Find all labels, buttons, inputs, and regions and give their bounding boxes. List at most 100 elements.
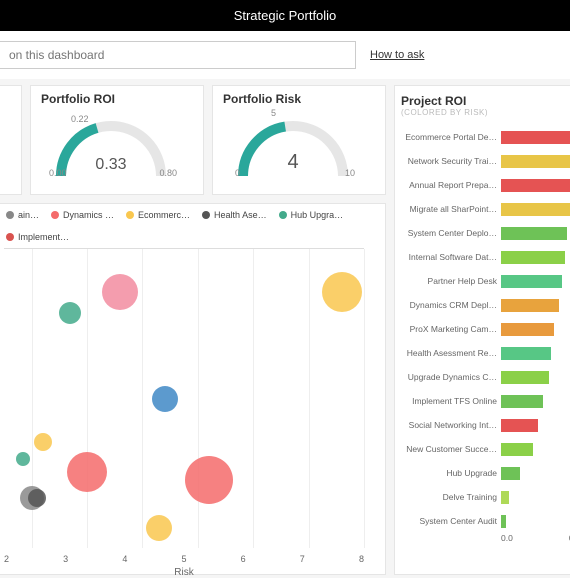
bar-track bbox=[501, 227, 570, 240]
how-to-ask-link[interactable]: How to ask bbox=[370, 49, 424, 61]
app-header: Strategic Portfolio bbox=[0, 0, 570, 31]
xtick: 6 bbox=[241, 554, 246, 564]
bar-track bbox=[501, 251, 570, 264]
xtick: 4 bbox=[122, 554, 127, 564]
bar-label: Hub Upgrade bbox=[401, 468, 497, 478]
legend-label: ain… bbox=[18, 210, 39, 220]
gauge-roi: 0.22 0.00 0.80 0.33 bbox=[41, 110, 181, 180]
search-bar: How to ask bbox=[0, 31, 570, 79]
card-bubble-chart[interactable]: ain… Dynamics … Ecommerc… Health Ase… Hub Up… bbox=[0, 203, 386, 575]
bar-track bbox=[501, 323, 570, 336]
bar-track bbox=[501, 515, 570, 528]
bubble-plot[interactable]: 2345678 Risk bbox=[4, 248, 364, 548]
bar-track bbox=[501, 419, 570, 432]
bubble-point[interactable] bbox=[152, 386, 178, 412]
bubble-point[interactable] bbox=[322, 272, 362, 312]
bar-track bbox=[501, 131, 570, 144]
bar-fill bbox=[501, 467, 520, 480]
bar-track bbox=[501, 443, 570, 456]
bar-row[interactable]: ProX Marketing Cam… bbox=[401, 317, 570, 341]
bar-row[interactable]: Network Security Trai… bbox=[401, 149, 570, 173]
bar-fill bbox=[501, 275, 562, 288]
bar-label: System Center Deplo… bbox=[401, 228, 497, 238]
legend-dot-icon bbox=[6, 233, 14, 241]
card-project-roi[interactable]: Project ROI (COLORED BY RISK) Ecommerce … bbox=[394, 85, 570, 575]
bar-fill bbox=[501, 299, 559, 312]
bar-fill bbox=[501, 227, 567, 240]
project-roi-subtitle: (COLORED BY RISK) bbox=[401, 108, 570, 117]
bar-fill bbox=[501, 323, 554, 336]
bar-row[interactable]: Hub Upgrade bbox=[401, 461, 570, 485]
card-title: Portfolio ROI bbox=[41, 92, 193, 106]
bar-label: Annual Report Prepa… bbox=[401, 180, 497, 190]
card-title: Portfolio Risk bbox=[223, 92, 375, 106]
bubble-point[interactable] bbox=[102, 274, 138, 310]
bubble-point[interactable] bbox=[146, 515, 172, 541]
card-portfolio-roi[interactable]: Portfolio ROI 0.22 0.00 0.80 0.33 bbox=[30, 85, 204, 195]
bar-row[interactable]: Internal Software Dat… bbox=[401, 245, 570, 269]
bar-row[interactable]: Implement TFS Online bbox=[401, 389, 570, 413]
legend-label: Health Ase… bbox=[214, 210, 267, 220]
bar-row[interactable]: System Center Audit bbox=[401, 509, 570, 533]
bar-row[interactable]: Social Networking Int… bbox=[401, 413, 570, 437]
bar-row[interactable]: Health Asessment Re… bbox=[401, 341, 570, 365]
bar-row[interactable]: Upgrade Dynamics C… bbox=[401, 365, 570, 389]
project-roi-title: Project ROI bbox=[401, 94, 570, 108]
bar-row[interactable]: Partner Help Desk bbox=[401, 269, 570, 293]
legend-item[interactable]: Hub Upgra… bbox=[279, 210, 344, 220]
app-title: Strategic Portfolio bbox=[234, 8, 337, 23]
legend-dot-icon bbox=[51, 211, 59, 219]
bar-fill bbox=[501, 395, 543, 408]
legend-item[interactable]: Implement… bbox=[6, 232, 69, 242]
bar-track bbox=[501, 491, 570, 504]
bar-row[interactable]: Ecommerce Portal De… bbox=[401, 125, 570, 149]
bar-fill bbox=[501, 443, 533, 456]
project-roi-bars: Ecommerce Portal De… Network Security Tra… bbox=[401, 125, 570, 533]
bar-row[interactable]: Dynamics CRM Depl… bbox=[401, 293, 570, 317]
card-partial bbox=[0, 85, 22, 195]
bar-label: Ecommerce Portal De… bbox=[401, 132, 497, 142]
bubble-point[interactable] bbox=[16, 452, 30, 466]
legend-label: Hub Upgra… bbox=[291, 210, 344, 220]
bubble-point[interactable] bbox=[34, 433, 52, 451]
legend-label: Dynamics … bbox=[63, 210, 114, 220]
bar-row[interactable]: New Customer Succe… bbox=[401, 437, 570, 461]
xtick: 2 bbox=[4, 554, 9, 564]
card-portfolio-risk[interactable]: Portfolio Risk 5 0 10 4 bbox=[212, 85, 386, 195]
legend-item[interactable]: Health Ase… bbox=[202, 210, 267, 220]
gauge-tick: 5 bbox=[271, 108, 276, 118]
bar-label: Partner Help Desk bbox=[401, 276, 497, 286]
bar-fill bbox=[501, 419, 538, 432]
bar-row[interactable]: Delve Training bbox=[401, 485, 570, 509]
xtick: 3 bbox=[63, 554, 68, 564]
bar-fill bbox=[501, 251, 565, 264]
bar-fill bbox=[501, 347, 551, 360]
bar-label: ProX Marketing Cam… bbox=[401, 324, 497, 334]
project-roi-xaxis: 0.0 0.2 bbox=[401, 533, 570, 543]
bubble-point[interactable] bbox=[67, 452, 107, 492]
bar-track bbox=[501, 299, 570, 312]
bar-row[interactable]: System Center Deplo… bbox=[401, 221, 570, 245]
bubble-point[interactable] bbox=[28, 489, 46, 507]
bubble-point[interactable] bbox=[59, 302, 81, 324]
bar-label: Social Networking Int… bbox=[401, 420, 497, 430]
bar-row[interactable]: Annual Report Prepa… bbox=[401, 173, 570, 197]
legend-label: Ecommerc… bbox=[138, 210, 190, 220]
bar-label: Health Asessment Re… bbox=[401, 348, 497, 358]
search-input[interactable] bbox=[0, 41, 356, 69]
xtick: 7 bbox=[300, 554, 305, 564]
legend-item[interactable]: ain… bbox=[6, 210, 39, 220]
bar-track bbox=[501, 371, 570, 384]
bar-label: Network Security Trai… bbox=[401, 156, 497, 166]
legend-item[interactable]: Ecommerc… bbox=[126, 210, 190, 220]
bar-track bbox=[501, 275, 570, 288]
bubble-point[interactable] bbox=[185, 456, 233, 504]
bar-row[interactable]: Migrate all SharPoint… bbox=[401, 197, 570, 221]
bar-label: Delve Training bbox=[401, 492, 497, 502]
gauge-risk: 5 0 10 4 bbox=[223, 110, 363, 180]
bar-track bbox=[501, 347, 570, 360]
legend-dot-icon bbox=[126, 211, 134, 219]
legend-item[interactable]: Dynamics … bbox=[51, 210, 114, 220]
legend-dot-icon bbox=[6, 211, 14, 219]
gauge-tick: 0.22 bbox=[71, 114, 89, 124]
